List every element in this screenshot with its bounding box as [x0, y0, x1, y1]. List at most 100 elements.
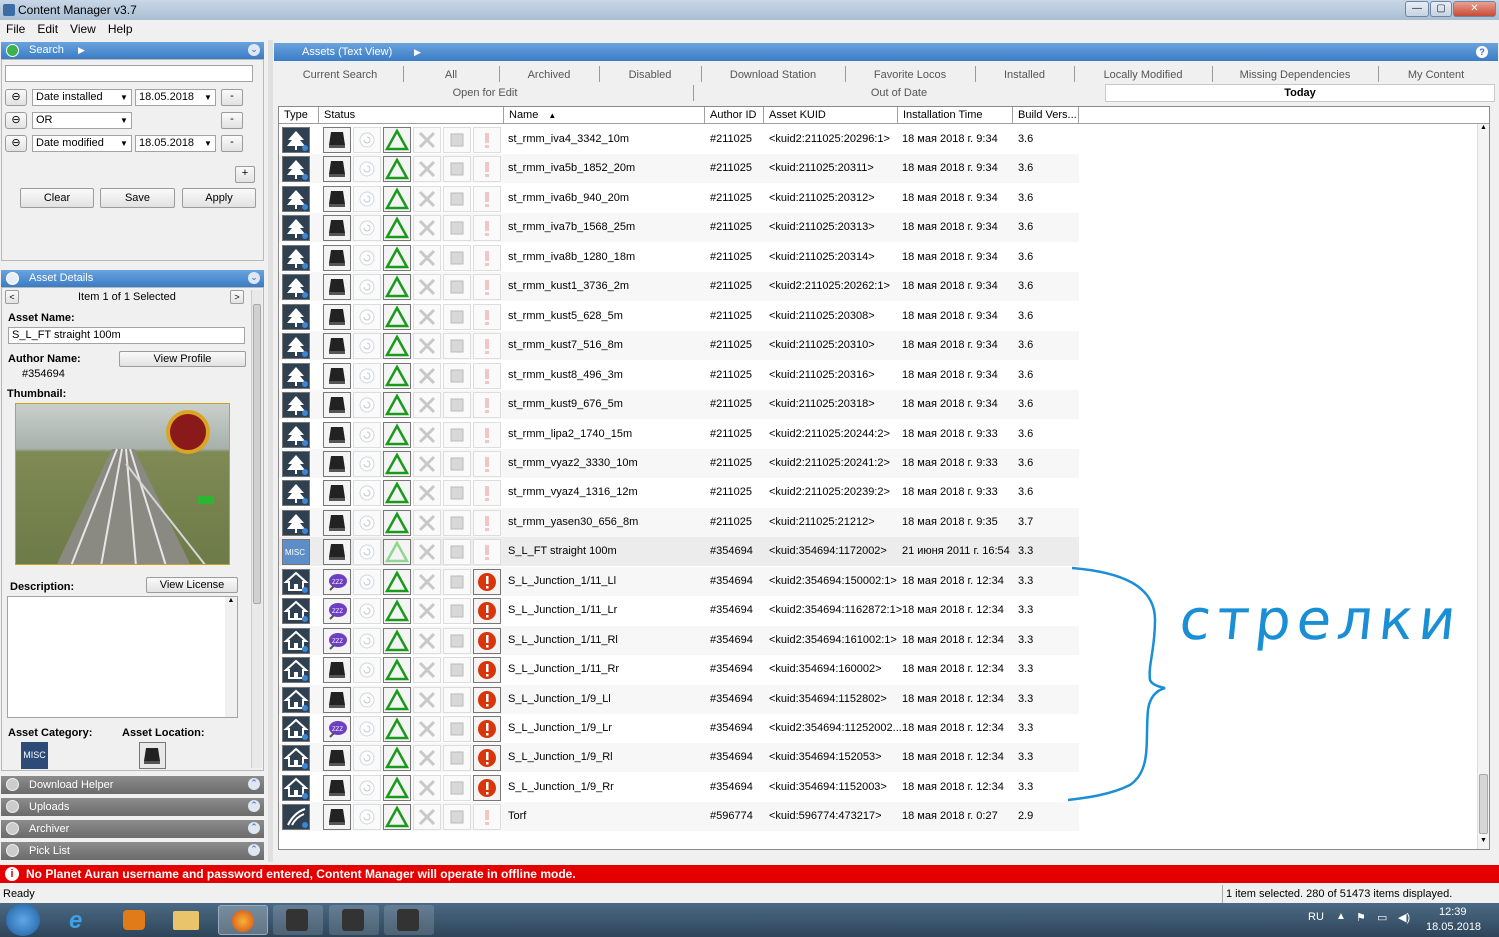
table-row[interactable]: S_L_Junction_1/11_Rr #354694 <kuid:354694:…: [279, 655, 1079, 684]
column-asset-kuid[interactable]: Asset KUID: [764, 107, 898, 124]
assets-view-header[interactable]: Assets (Text View) ▶ ?: [274, 43, 1498, 61]
menu-file[interactable]: File: [0, 20, 31, 38]
search-panel-header[interactable]: Search ▶ ⌄: [1, 42, 264, 59]
add-filter-button[interactable]: +: [235, 166, 255, 183]
archiver-panel[interactable]: Archiver ⌃: [1, 820, 264, 838]
close-button[interactable]: ✕: [1453, 1, 1496, 17]
tab-disabled[interactable]: Disabled: [601, 69, 699, 81]
filter-date-3[interactable]: 18.05.2018 ▼: [135, 135, 216, 152]
column-status[interactable]: Status: [319, 107, 504, 124]
table-row[interactable]: st_rmm_lipa2_1740_15m #211025 <kuid2:21102…: [279, 420, 1079, 449]
table-row[interactable]: st_rmm_kust7_516_8m #211025 <kuid:211025:2…: [279, 331, 1079, 361]
table-row[interactable]: ZZZ S_L_Junction_1/11_Rl #354694 <kuid2:354…: [279, 625, 1079, 655]
scroll-thumb[interactable]: [253, 304, 261, 604]
minimize-button[interactable]: —: [1405, 1, 1429, 17]
tab-missing-dependencies[interactable]: Missing Dependencies: [1214, 69, 1376, 81]
table-row[interactable]: ZZZ S_L_Junction_1/9_Lr #354694 <kuid2:3546…: [279, 714, 1079, 743]
tab-my-content[interactable]: My Content: [1380, 69, 1492, 81]
table-row[interactable]: st_rmm_vyaz2_3330_10m #211025 <kuid2:21102…: [279, 448, 1079, 478]
filter-minus-button-2[interactable]: -: [221, 112, 243, 129]
tab-open-for-edit[interactable]: Open for Edit: [279, 87, 691, 99]
download-helper-panel[interactable]: Download Helper ⌃: [1, 776, 264, 794]
uploads-panel[interactable]: Uploads ⌃: [1, 798, 264, 816]
filter-field-3[interactable]: Date modified ▼: [32, 135, 132, 152]
table-row[interactable]: st_rmm_kust9_676_5m #211025 <kuid:211025:2…: [279, 390, 1079, 420]
expand-chevron-icon[interactable]: ⌃: [248, 822, 260, 834]
expand-chevron-icon[interactable]: ⌃: [248, 844, 260, 856]
scroll-thumb[interactable]: [1479, 774, 1488, 834]
table-row[interactable]: st_rmm_iva8b_1280_18m #211025 <kuid:211025…: [279, 243, 1079, 272]
menu-help[interactable]: Help: [102, 20, 139, 38]
column-author-id[interactable]: Author ID: [705, 107, 764, 124]
prev-item-button[interactable]: <: [5, 290, 19, 304]
tab-locally-modified[interactable]: Locally Modified: [1076, 69, 1210, 81]
expand-chevron-icon[interactable]: ⌃: [248, 800, 260, 812]
clock-time[interactable]: 12:39: [1439, 906, 1467, 918]
network-icon[interactable]: ▭: [1377, 911, 1387, 924]
filter-remove-button-2[interactable]: ⊖: [5, 112, 27, 129]
action-center-icon[interactable]: ⚑: [1356, 911, 1366, 924]
maximize-button[interactable]: ▢: [1430, 1, 1452, 17]
tab-favorite-locos[interactable]: Favorite Locos: [847, 69, 973, 81]
menu-edit[interactable]: Edit: [31, 20, 64, 38]
filter-minus-button-1[interactable]: -: [221, 89, 243, 106]
language-indicator[interactable]: RU: [1308, 911, 1324, 923]
tab-archived[interactable]: Archived: [501, 69, 597, 81]
tab-installed[interactable]: Installed: [977, 69, 1072, 81]
volume-icon[interactable]: ◀): [1398, 911, 1410, 924]
asset-name-field[interactable]: S_L_FT straight 100m: [8, 327, 245, 344]
menu-view[interactable]: View: [64, 20, 102, 38]
splitter[interactable]: [268, 40, 273, 862]
expand-chevron-icon[interactable]: ⌃: [248, 778, 260, 790]
filter-remove-button-3[interactable]: ⊖: [5, 135, 27, 152]
table-row[interactable]: S_L_Junction_1/9_Rr #354694 <kuid:354694:1…: [279, 773, 1079, 802]
table-row[interactable]: st_rmm_iva7b_1568_25m #211025 <kuid:211025…: [279, 213, 1079, 243]
next-item-button[interactable]: >: [230, 290, 244, 304]
taskbar-explorer-icon[interactable]: [162, 905, 212, 935]
table-row[interactable]: st_rmm_kust1_3736_2m #211025 <kuid2:211025…: [279, 272, 1079, 302]
table-row[interactable]: st_rmm_iva6b_940_20m #211025 <kuid:211025:…: [279, 184, 1079, 213]
tray-arrow-icon[interactable]: ▲: [1336, 911, 1346, 922]
tab-current-search[interactable]: Current Search: [279, 69, 401, 81]
filter-field-1[interactable]: Date installed ▼: [32, 89, 132, 106]
view-license-button[interactable]: View License: [146, 577, 238, 593]
tab-out-of-date[interactable]: Out of Date: [695, 87, 1103, 99]
collapse-chevron-icon[interactable]: ⌄: [248, 272, 260, 284]
start-button[interactable]: [6, 904, 40, 936]
tab-download-station[interactable]: Download Station: [703, 69, 843, 81]
save-button[interactable]: Save: [100, 188, 175, 208]
table-row[interactable]: ZZZ S_L_Junction_1/11_Lr #354694 <kuid2:354…: [279, 596, 1079, 625]
description-scrollbar[interactable]: ▲: [225, 597, 237, 717]
filter-minus-button-3[interactable]: -: [221, 135, 243, 152]
table-row[interactable]: st_rmm_vyaz4_1316_12m #211025 <kuid2:21102…: [279, 478, 1079, 507]
table-row[interactable]: S_L_Junction_1/9_Ll #354694 <kuid:354694:1…: [279, 684, 1079, 714]
table-row[interactable]: ZZZ S_L_Junction_1/11_Ll #354694 <kuid2:354…: [279, 566, 1079, 596]
filter-remove-button-1[interactable]: ⊖: [5, 89, 27, 106]
table-row[interactable]: st_rmm_iva5b_1852_20m #211025 <kuid:211025…: [279, 154, 1079, 184]
view-profile-button[interactable]: View Profile: [119, 351, 246, 367]
taskbar-ie-icon[interactable]: e: [57, 905, 107, 935]
table-row[interactable]: st_rmm_yasen30_656_8m #211025 <kuid:211025…: [279, 507, 1079, 537]
column-installation-time[interactable]: Installation Time: [898, 107, 1013, 124]
clear-button[interactable]: Clear: [20, 188, 94, 208]
table-row[interactable]: st_rmm_iva4_3342_10m #211025 <kuid2:211025…: [279, 125, 1079, 154]
taskbar-trainz-icon-1[interactable]: [273, 905, 323, 935]
pick-list-panel[interactable]: Pick List ⌃: [1, 842, 264, 860]
taskbar-trainz-icon-2[interactable]: [329, 905, 379, 935]
details-scrollbar[interactable]: [251, 290, 262, 768]
taskbar-firefox-icon[interactable]: [218, 905, 268, 935]
table-row[interactable]: st_rmm_kust5_628_5m #211025 <kuid:211025:2…: [279, 302, 1079, 331]
column-type[interactable]: Type: [279, 107, 319, 124]
table-row[interactable]: S_L_Junction_1/9_Rl #354694 <kuid:354694:1…: [279, 743, 1079, 773]
asset-details-header[interactable]: Asset Details ⌄: [1, 270, 264, 287]
column-name[interactable]: Name ▲: [504, 107, 705, 124]
column-build-version[interactable]: Build Vers...: [1013, 107, 1079, 124]
help-icon[interactable]: ?: [1476, 46, 1488, 58]
filter-field-2[interactable]: OR ▼: [32, 112, 132, 129]
search-input[interactable]: [5, 65, 253, 82]
collapse-chevron-icon[interactable]: ⌄: [248, 44, 260, 56]
table-row[interactable]: st_rmm_kust8_496_3m #211025 <kuid:211025:2…: [279, 361, 1079, 390]
filter-date-1[interactable]: 18.05.2018 ▼: [135, 89, 216, 106]
tab-all[interactable]: All: [405, 69, 497, 81]
taskbar-media-player-icon[interactable]: [110, 905, 160, 935]
